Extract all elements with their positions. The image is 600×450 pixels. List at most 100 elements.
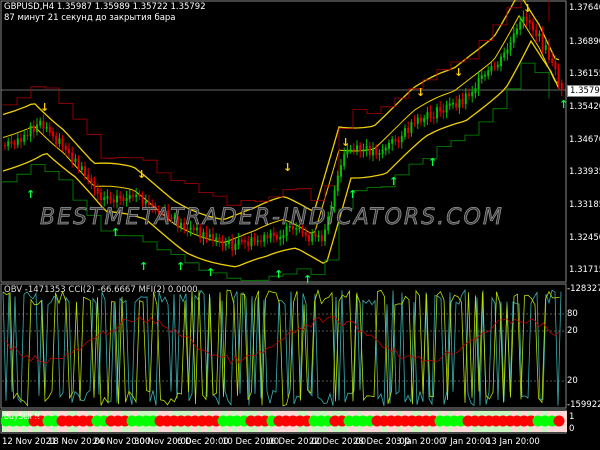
candle xyxy=(10,141,13,144)
price-tick: 1.37640 xyxy=(569,3,600,13)
candle xyxy=(71,152,74,162)
sell-arrow-icon: ↓ xyxy=(137,168,146,181)
buy-arrow-icon: ↑ xyxy=(559,98,568,111)
candle xyxy=(410,122,413,134)
candle xyxy=(541,33,544,50)
candle xyxy=(224,243,227,246)
candle xyxy=(116,195,118,203)
candle xyxy=(77,158,80,170)
candle xyxy=(359,145,362,152)
sell-arrow-icon: ↓ xyxy=(523,2,532,15)
candle xyxy=(320,235,323,242)
candle xyxy=(448,103,451,106)
sell-arrow-icon: ↓ xyxy=(40,101,49,114)
candle xyxy=(221,241,224,246)
indicator-tick: 80 xyxy=(567,309,578,319)
candle xyxy=(215,237,218,241)
candle xyxy=(119,195,122,199)
candle xyxy=(311,232,314,242)
buy-arrow-icon: ↑ xyxy=(428,156,437,169)
candle xyxy=(132,195,134,198)
price-tick: 1.35420 xyxy=(569,102,600,112)
candle xyxy=(36,124,38,132)
candle xyxy=(538,33,541,37)
candle xyxy=(493,66,496,68)
candle xyxy=(247,241,250,247)
candle xyxy=(413,122,416,124)
candle xyxy=(397,140,400,143)
sell-signal-dot xyxy=(553,415,565,427)
candle xyxy=(455,102,458,108)
candle xyxy=(362,149,365,152)
candle xyxy=(384,147,387,151)
buy-arrow-icon: ↑ xyxy=(303,273,312,286)
candle xyxy=(237,239,240,245)
candle xyxy=(548,45,550,60)
candle xyxy=(381,149,384,154)
candle xyxy=(304,232,307,236)
candle xyxy=(423,118,426,123)
candle xyxy=(212,234,214,241)
candle xyxy=(314,232,317,238)
candle xyxy=(333,190,336,207)
candle xyxy=(58,138,61,145)
sell-arrow-icon: ↓ xyxy=(454,66,463,79)
candle xyxy=(394,138,397,142)
candle xyxy=(375,148,378,155)
candle xyxy=(61,138,64,147)
candle xyxy=(500,56,502,67)
price-tick: 1.36890 xyxy=(569,37,600,47)
candle xyxy=(128,195,131,199)
indicator-tick: -1599224 xyxy=(567,400,600,410)
candle xyxy=(234,243,237,251)
buy-arrow-icon: ↑ xyxy=(206,266,215,279)
candle xyxy=(93,181,96,190)
candle xyxy=(55,135,58,145)
candle xyxy=(74,158,77,162)
candle xyxy=(474,88,477,93)
sell-arrow-icon: ↓ xyxy=(341,136,350,149)
upper-band xyxy=(2,0,560,221)
candle xyxy=(276,235,278,240)
candle xyxy=(256,240,259,242)
indicator-tick: 20 xyxy=(567,326,578,336)
candle xyxy=(416,117,419,124)
candle xyxy=(96,188,99,194)
candle xyxy=(64,145,67,150)
buysell-tick-1: 1 xyxy=(569,412,575,422)
candle xyxy=(532,22,534,31)
candle xyxy=(484,74,486,77)
candle xyxy=(352,148,355,151)
candle xyxy=(100,192,102,200)
candle xyxy=(525,16,528,21)
candle xyxy=(378,152,381,155)
symbol-info: GBPUSD,H4 1.35987 1.35989 1.35722 1.3579… xyxy=(4,2,206,12)
buy-arrow-icon: ↑ xyxy=(348,188,357,201)
candle xyxy=(516,28,518,35)
candle xyxy=(29,125,32,137)
candle xyxy=(48,127,51,133)
candle xyxy=(557,68,560,84)
candle xyxy=(32,125,35,132)
candle xyxy=(4,145,6,147)
candle xyxy=(144,201,147,204)
candle xyxy=(420,117,422,123)
candle xyxy=(461,98,464,105)
buy-arrow-icon: ↑ xyxy=(176,260,185,273)
candle xyxy=(544,45,547,50)
candle xyxy=(407,127,410,134)
candle xyxy=(244,240,246,243)
candle xyxy=(512,33,515,43)
candle xyxy=(468,93,470,97)
candle xyxy=(400,135,403,143)
bar-countdown: 87 минут 21 секунд до закрытия бара xyxy=(4,13,176,23)
candle xyxy=(445,104,448,113)
candle xyxy=(439,107,442,112)
candle xyxy=(87,174,90,180)
watermark: BESTMETATRADER-INDICATORS.COM xyxy=(40,205,504,231)
candle xyxy=(432,117,435,119)
candle xyxy=(388,142,390,149)
candle xyxy=(16,138,19,145)
candle xyxy=(522,16,525,23)
candle xyxy=(52,131,54,137)
